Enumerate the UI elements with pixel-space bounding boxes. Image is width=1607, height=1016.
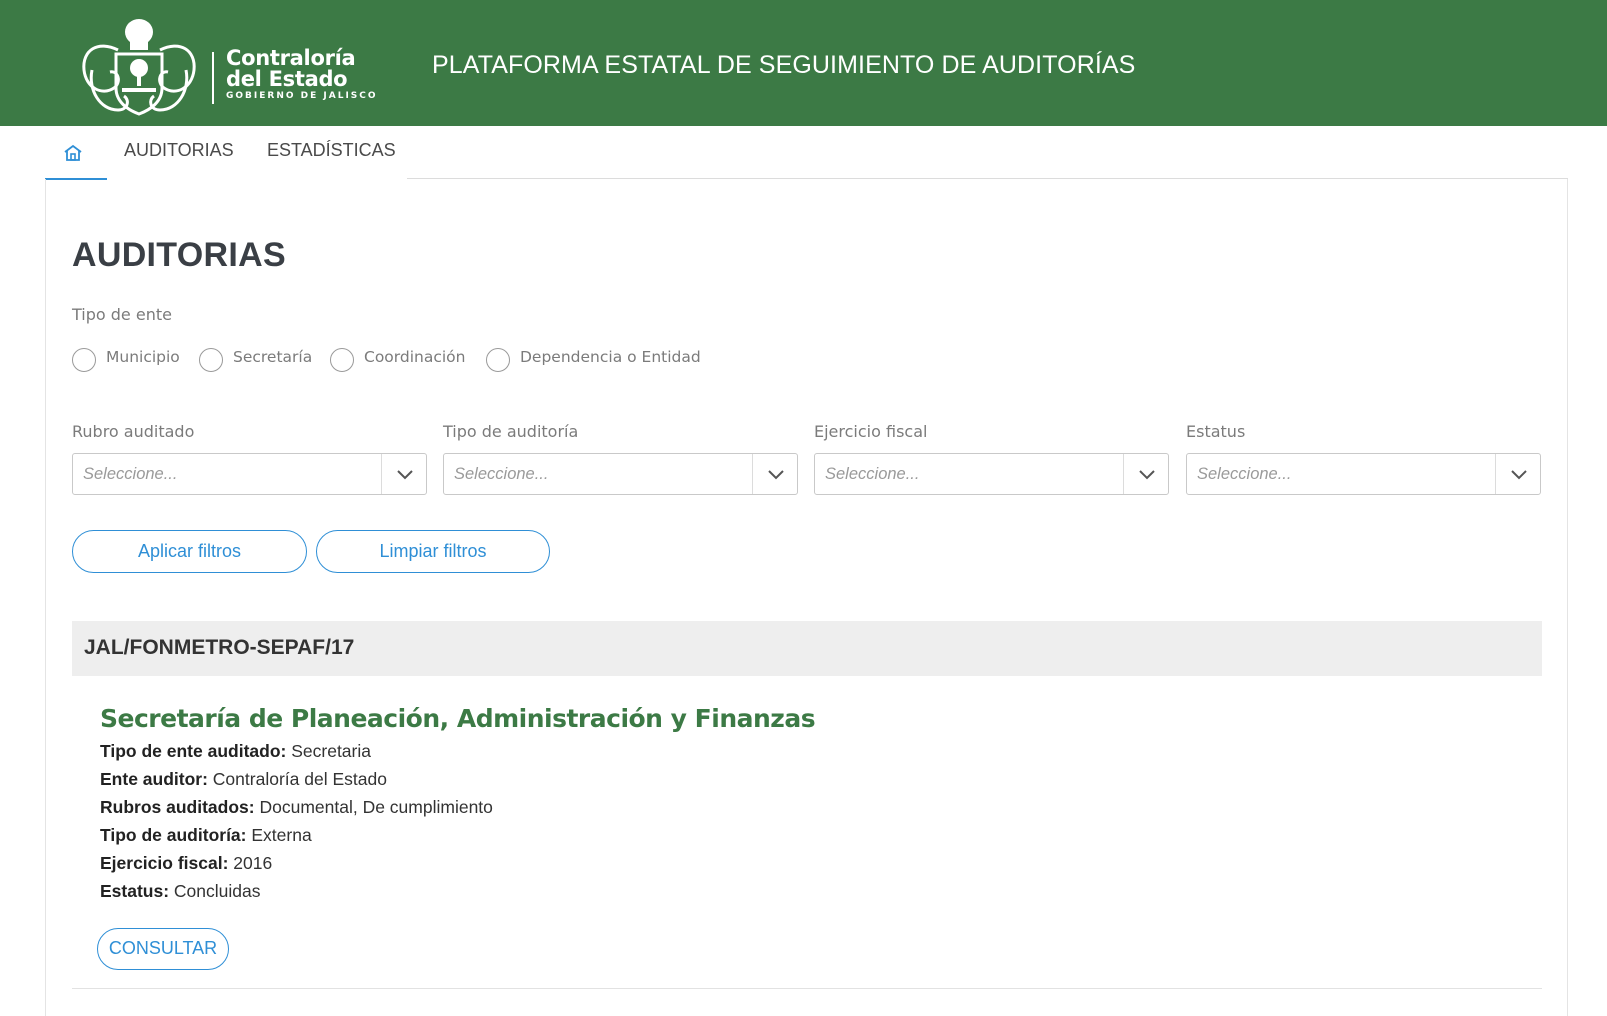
select-separator: [1123, 454, 1124, 494]
radio-label: Secretaría: [233, 348, 313, 366]
logo-divider: [212, 52, 214, 104]
audit-code: JAL/FONMETRO-SEPAF/17: [84, 636, 355, 659]
rubro-auditado-label: Rubro auditado: [72, 422, 195, 441]
platform-title: PLATAFORMA ESTATAL DE SEGUIMIENTO DE AUD…: [432, 51, 1136, 79]
home-icon: [64, 144, 82, 161]
chevron-down-icon: [1511, 470, 1527, 480]
tab-auditorias[interactable]: AUDITORIAS: [124, 140, 234, 161]
apply-filters-button[interactable]: Aplicar filtros: [72, 530, 307, 573]
logo-line1: Contraloría: [226, 46, 356, 70]
detail-ente-auditor: Ente auditor: Contraloría del Estado: [100, 769, 387, 790]
detail-label: Estatus:: [100, 881, 170, 901]
detail-value: Secretaria: [291, 741, 371, 761]
detail-value: Documental, De cumplimiento: [259, 797, 493, 817]
result-header: JAL/FONMETRO-SEPAF/17: [72, 621, 1542, 676]
tab-estadisticas[interactable]: ESTADÍSTICAS: [267, 140, 396, 161]
top-header: Contraloría del Estado GOBIERNO DE JALIS…: [0, 0, 1607, 126]
select-placeholder: Seleccione...: [825, 465, 920, 483]
logo-wordmark: Contraloría del Estado GOBIERNO DE JALIS…: [226, 48, 378, 102]
select-placeholder: Seleccione...: [83, 465, 178, 483]
tipo-auditoria-label: Tipo de auditoría: [443, 422, 579, 441]
audited-entity-name: Secretaría de Planeación, Administración…: [100, 704, 816, 733]
consultar-button[interactable]: CONSULTAR: [97, 928, 229, 970]
clear-filters-button[interactable]: Limpiar filtros: [316, 530, 550, 573]
detail-estatus: Estatus: Concluidas: [100, 881, 261, 902]
chevron-down-icon: [768, 470, 784, 480]
tipo-ente-label: Tipo de ente: [72, 305, 172, 324]
select-placeholder: Seleccione...: [454, 465, 549, 483]
jalisco-coat-of-arms-icon: [82, 19, 196, 116]
ejercicio-fiscal-select[interactable]: Seleccione...: [814, 453, 1169, 495]
nav-tabs: AUDITORIAS ESTADÍSTICAS: [45, 126, 1568, 180]
logo-line3: GOBIERNO DE JALISCO: [226, 91, 378, 101]
radio-circle[interactable]: [330, 348, 354, 372]
radio-label: Municipio: [106, 348, 180, 366]
rubro-auditado-select[interactable]: Seleccione...: [72, 453, 427, 495]
ejercicio-fiscal-label: Ejercicio fiscal: [814, 422, 928, 441]
detail-label: Tipo de ente auditado:: [100, 741, 287, 761]
radio-label: Dependencia o Entidad: [520, 348, 701, 366]
radio-label: Coordinación: [364, 348, 466, 366]
select-separator: [752, 454, 753, 494]
radio-circle[interactable]: [199, 348, 223, 372]
radio-circle[interactable]: [486, 348, 510, 372]
estatus-label: Estatus: [1186, 422, 1246, 441]
detail-rubros: Rubros auditados: Documental, De cumplim…: [100, 797, 493, 818]
detail-tipo-ente: Tipo de ente auditado: Secretaria: [100, 741, 371, 762]
detail-ejercicio-fiscal: Ejercicio fiscal: 2016: [100, 853, 272, 874]
detail-tipo-auditoria: Tipo de auditoría: Externa: [100, 825, 312, 846]
tab-home[interactable]: [45, 126, 107, 180]
logo-line2: del Estado: [226, 67, 348, 91]
radio-circle[interactable]: [72, 348, 96, 372]
detail-value: Externa: [251, 825, 312, 845]
detail-value: Contraloría del Estado: [212, 769, 387, 789]
detail-label: Rubros auditados:: [100, 797, 255, 817]
detail-value: 2016: [233, 853, 273, 873]
estatus-select[interactable]: Seleccione...: [1186, 453, 1541, 495]
select-placeholder: Seleccione...: [1197, 465, 1292, 483]
detail-label: Tipo de auditoría:: [100, 825, 247, 845]
detail-label: Ejercicio fiscal:: [100, 853, 229, 873]
select-separator: [381, 454, 382, 494]
result-divider: [72, 988, 1542, 989]
chevron-down-icon: [397, 470, 413, 480]
detail-value: Concluidas: [173, 881, 261, 901]
detail-label: Ente auditor:: [100, 769, 208, 789]
tipo-auditoria-select[interactable]: Seleccione...: [443, 453, 798, 495]
page-title: AUDITORIAS: [72, 236, 286, 274]
content-card: [45, 179, 1568, 1016]
select-separator: [1495, 454, 1496, 494]
chevron-down-icon: [1139, 470, 1155, 480]
